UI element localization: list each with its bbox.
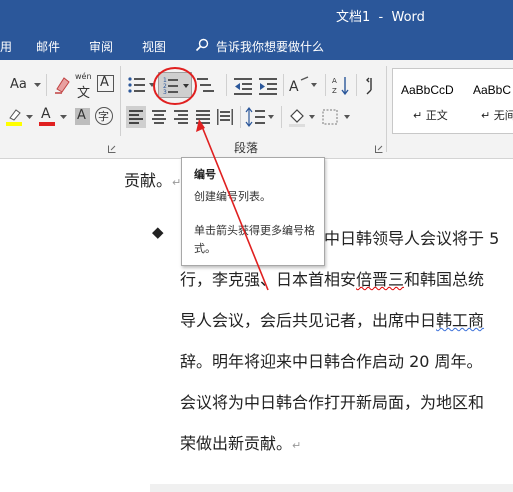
annotation-arrow (196, 119, 269, 291)
